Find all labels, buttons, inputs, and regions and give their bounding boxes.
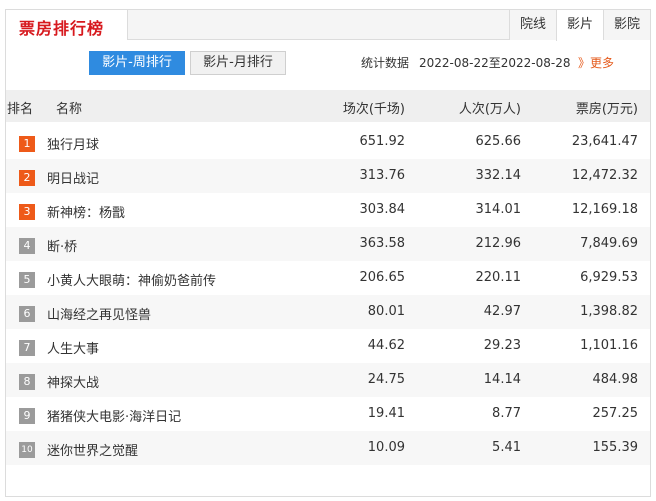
header-name: 名称	[56, 102, 83, 117]
header-shows: 场次(千场)	[342, 102, 405, 117]
table-row: 3 新神榜：杨戬 303.84 314.01 12,169.18	[6, 193, 650, 227]
stats-info: 统计数据 2022-08-22至2022-08-28	[361, 54, 571, 71]
brand-area: 票房排行榜	[6, 10, 128, 40]
header-box: 票房(万元)	[575, 102, 638, 117]
table-row: 7 人生大事 44.62 29.23 1,101.16	[6, 329, 650, 363]
monthly-ranking-button[interactable]: 影片-月排行	[190, 51, 286, 75]
rank-badge: 6	[19, 306, 35, 322]
category-tabs: 院线 影片 影院	[509, 10, 650, 41]
people-value: 8.77	[492, 406, 521, 421]
rank-badge: 7	[19, 340, 35, 356]
shows-value: 44.62	[367, 338, 405, 353]
box-office-value: 12,169.18	[571, 202, 638, 217]
shows-value: 651.92	[359, 134, 406, 149]
film-title[interactable]: 独行月球	[47, 134, 99, 153]
page-title: 票房排行榜	[19, 19, 105, 38]
rank-badge: 9	[19, 408, 35, 424]
table-row: 8 神探大战 24.75 14.14 484.98	[6, 363, 650, 397]
header-people: 人次(万人)	[458, 102, 521, 117]
shows-value: 24.75	[367, 372, 405, 387]
table-header: 排名 名称 场次(千场) 人次(万人) 票房(万元)	[6, 90, 650, 122]
rank-badge: 4	[19, 238, 35, 254]
panel-header: 票房排行榜 院线 影片 影院	[6, 10, 650, 41]
table-row: 2 明日战记 313.76 332.14 12,472.32	[6, 159, 650, 193]
film-title[interactable]: 断·桥	[47, 236, 77, 255]
shows-value: 206.65	[359, 270, 406, 285]
table-row: 4 断·桥 363.58 212.96 7,849.69	[6, 227, 650, 261]
film-title[interactable]: 神探大战	[47, 372, 99, 391]
weekly-ranking-button[interactable]: 影片-周排行	[89, 51, 185, 75]
people-value: 625.66	[475, 134, 522, 149]
rank-badge: 3	[19, 204, 35, 220]
people-value: 314.01	[475, 202, 522, 217]
shows-value: 363.58	[359, 236, 406, 251]
tab-films[interactable]: 影片	[556, 10, 603, 41]
people-value: 14.14	[483, 372, 521, 387]
people-value: 29.23	[483, 338, 521, 353]
table-row: 5 小黄人大眼萌：神偷奶爸前传 206.65 220.11 6,929.53	[6, 261, 650, 295]
rank-badge: 8	[19, 374, 35, 390]
film-title[interactable]: 小黄人大眼萌：神偷奶爸前传	[47, 270, 216, 289]
people-value: 5.41	[492, 440, 521, 455]
box-office-panel: 票房排行榜 院线 影片 影院 影片-周排行 影片-月排行 统计数据 2022-08…	[5, 9, 651, 497]
film-title[interactable]: 山海经之再见怪兽	[47, 304, 151, 323]
people-value: 212.96	[475, 236, 522, 251]
film-title[interactable]: 迷你世界之觉醒	[47, 440, 138, 459]
people-value: 332.14	[475, 168, 522, 183]
shows-value: 80.01	[367, 304, 405, 319]
shows-value: 303.84	[359, 202, 406, 217]
header-rank: 排名	[7, 102, 34, 117]
tab-cinema-chain[interactable]: 院线	[509, 10, 556, 40]
shows-value: 19.41	[367, 406, 405, 421]
date-range: 2022-08-22至2022-08-28	[419, 56, 571, 70]
box-office-value: 155.39	[592, 440, 639, 455]
box-office-value: 1,101.16	[580, 338, 638, 353]
tab-cinemas[interactable]: 影院	[603, 10, 650, 40]
table-row: 10 迷你世界之觉醒 10.09 5.41 155.39	[6, 431, 650, 465]
rank-badge: 5	[19, 272, 35, 288]
box-office-value: 7,849.69	[580, 236, 638, 251]
shows-value: 313.76	[359, 168, 406, 183]
table-row: 6 山海经之再见怪兽 80.01 42.97 1,398.82	[6, 295, 650, 329]
table-row: 9 猪猪侠大电影·海洋日记 19.41 8.77 257.25	[6, 397, 650, 431]
rank-badge: 2	[19, 170, 35, 186]
film-title[interactable]: 人生大事	[47, 338, 99, 357]
box-office-value: 6,929.53	[580, 270, 638, 285]
more-link[interactable]: 》更多	[578, 54, 614, 71]
people-value: 42.97	[483, 304, 521, 319]
film-title[interactable]: 猪猪侠大电影·海洋日记	[47, 406, 181, 425]
stats-label: 统计数据	[361, 56, 410, 70]
rank-badge: 1	[19, 136, 35, 152]
people-value: 220.11	[475, 270, 522, 285]
shows-value: 10.09	[367, 440, 405, 455]
box-office-value: 23,641.47	[571, 134, 638, 149]
rank-badge: 10	[19, 442, 35, 458]
box-office-value: 12,472.32	[571, 168, 638, 183]
box-office-value: 1,398.82	[580, 304, 638, 319]
film-title[interactable]: 新神榜：杨戬	[47, 202, 125, 221]
box-office-value: 257.25	[592, 406, 639, 421]
table-row: 1 独行月球 651.92 625.66 23,641.47	[6, 125, 650, 159]
box-office-value: 484.98	[592, 372, 639, 387]
film-title[interactable]: 明日战记	[47, 168, 99, 187]
